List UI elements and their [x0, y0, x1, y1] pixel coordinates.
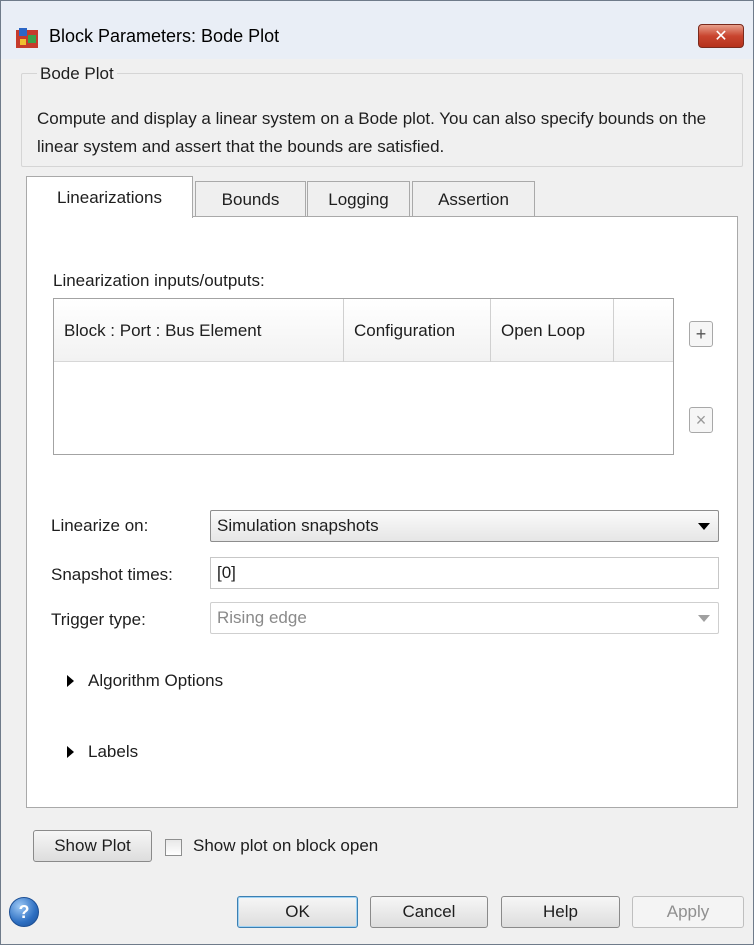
- description-text: Compute and display a linear system on a…: [37, 109, 707, 156]
- simulink-block-icon: [16, 28, 38, 48]
- snapshot-times-input[interactable]: [0]: [210, 557, 719, 589]
- close-button[interactable]: ✕: [698, 24, 744, 48]
- help-icon[interactable]: ?: [9, 897, 39, 927]
- question-mark-icon: ?: [18, 901, 30, 922]
- algorithm-options-label: Algorithm Options: [88, 671, 224, 690]
- apply-button[interactable]: Apply: [632, 896, 744, 928]
- io-table-header: Block : Port : Bus Element Configuration…: [54, 299, 673, 362]
- column-header-configuration[interactable]: Configuration: [344, 299, 491, 362]
- title-bar-divider: [1, 59, 753, 61]
- linearize-on-value: Simulation snapshots: [217, 516, 379, 535]
- cancel-button[interactable]: Cancel: [370, 896, 488, 928]
- tab-logging[interactable]: Logging: [307, 181, 410, 217]
- column-header-block-port[interactable]: Block : Port : Bus Element: [54, 299, 344, 362]
- tab-linearizations[interactable]: Linearizations: [26, 176, 193, 218]
- linearize-on-select[interactable]: Simulation snapshots: [210, 510, 719, 542]
- io-label: Linearization inputs/outputs:: [53, 271, 265, 290]
- remove-icon: ×: [695, 409, 707, 430]
- labels-expander[interactable]: Labels: [67, 742, 138, 762]
- io-table[interactable]: Block : Port : Bus Element Configuration…: [53, 298, 674, 455]
- block-parameters-dialog: Block Parameters: Bode Plot ✕ Bode Plot …: [0, 0, 754, 945]
- description-group-title: Bode Plot: [37, 64, 117, 84]
- tab-bounds[interactable]: Bounds: [195, 181, 306, 217]
- labels-label: Labels: [88, 742, 139, 761]
- ok-button[interactable]: OK: [237, 896, 358, 928]
- linearize-on-label: Linearize on:: [51, 516, 149, 535]
- title-bar[interactable]: Block Parameters: Bode Plot ✕: [1, 1, 753, 59]
- help-button[interactable]: Help: [501, 896, 620, 928]
- column-header-open-loop[interactable]: Open Loop: [491, 299, 614, 362]
- trigger-type-select[interactable]: Rising edge: [210, 602, 719, 634]
- chevron-down-icon: [698, 615, 710, 622]
- snapshot-times-label: Snapshot times:: [51, 565, 173, 584]
- show-plot-on-open-checkbox[interactable]: [165, 839, 182, 856]
- algorithm-options-expander[interactable]: Algorithm Options: [67, 671, 223, 691]
- close-icon: ✕: [714, 28, 728, 45]
- expand-triangle-icon: [67, 675, 74, 687]
- plus-icon: +: [695, 323, 707, 344]
- add-io-button[interactable]: +: [689, 321, 713, 347]
- expand-triangle-icon: [67, 746, 74, 758]
- show-plot-button[interactable]: Show Plot: [33, 830, 152, 862]
- trigger-type-value: Rising edge: [217, 608, 307, 627]
- chevron-down-icon: [698, 523, 710, 530]
- remove-io-button[interactable]: ×: [689, 407, 713, 433]
- tab-assertion[interactable]: Assertion: [412, 181, 535, 217]
- window-title: Block Parameters: Bode Plot: [49, 26, 280, 46]
- show-plot-on-open-label: Show plot on block open: [193, 836, 379, 855]
- trigger-type-label: Trigger type:: [51, 610, 146, 629]
